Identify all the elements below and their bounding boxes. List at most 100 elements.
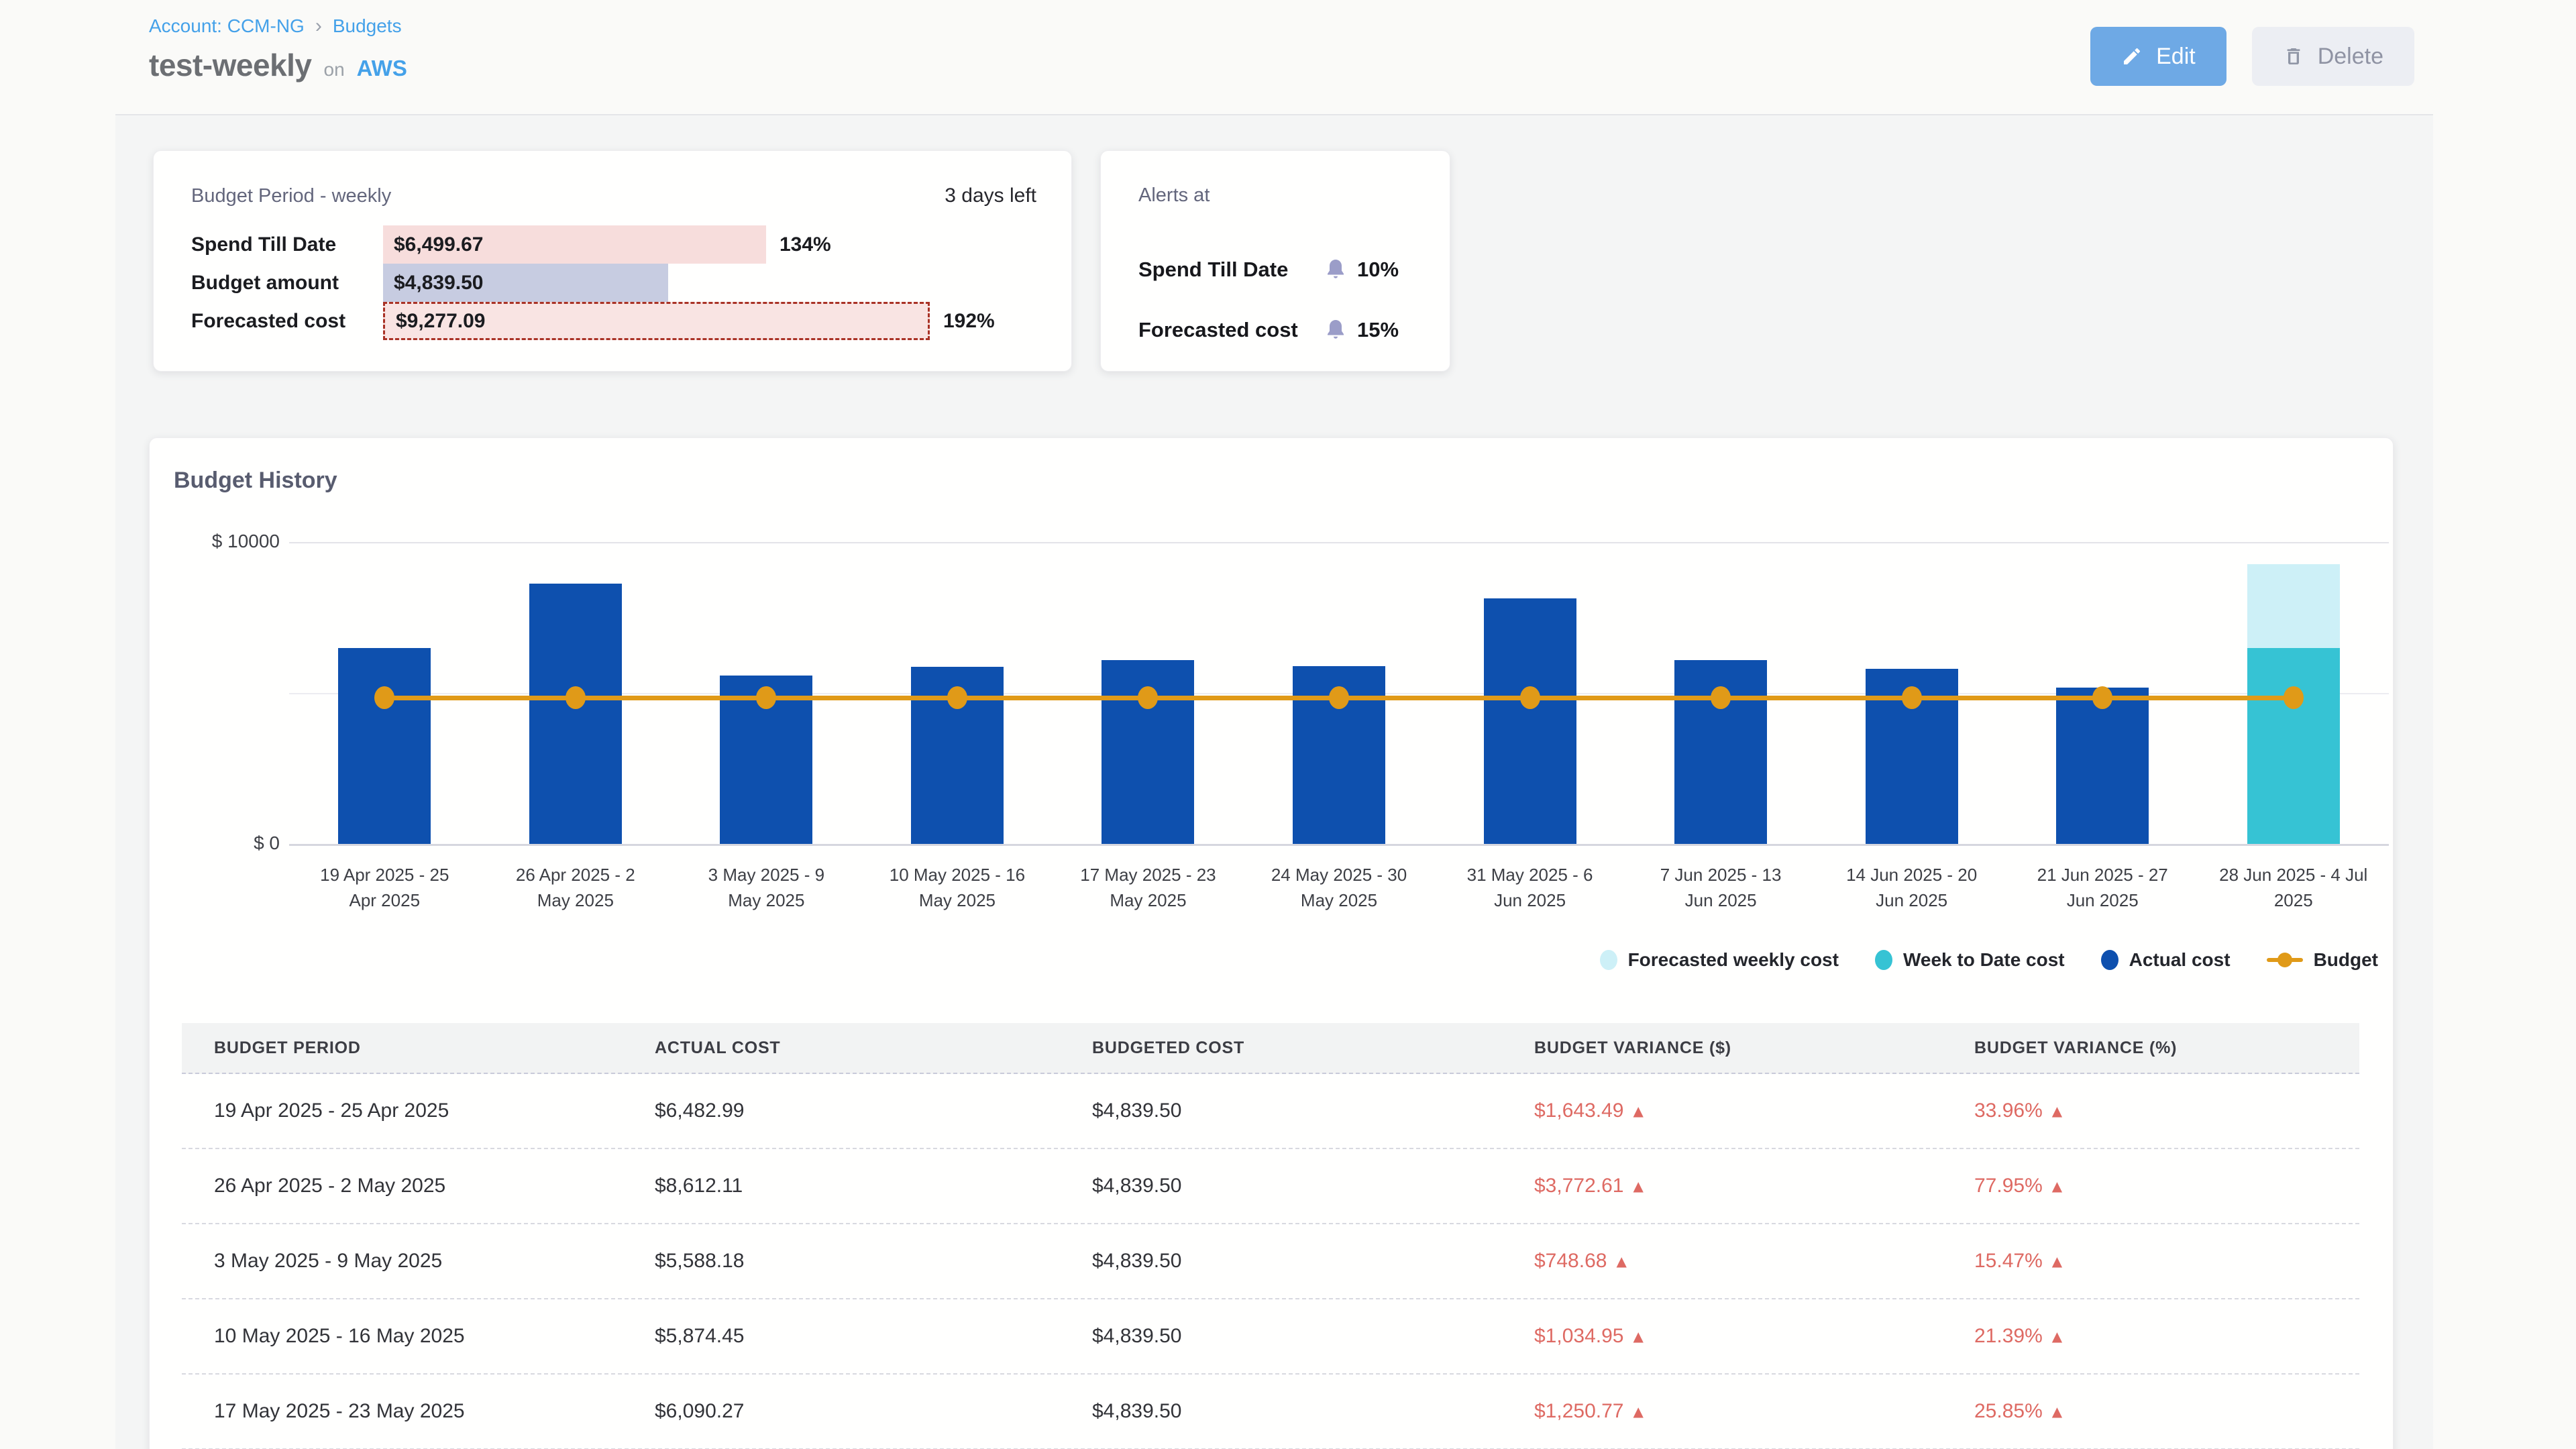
chart-slot (1434, 542, 1625, 844)
y-tick-0: $ 0 (191, 833, 280, 854)
cell-actual-cost: $6,482.99 (623, 1099, 1060, 1122)
budget-line-point (1138, 686, 1158, 709)
trash-icon (2283, 46, 2304, 67)
legend-line-marker (2267, 958, 2303, 962)
budget-period-rows: Spend Till Date$6,499.67134%Budget amoun… (191, 225, 1051, 340)
table-header-cell: Budget Period (182, 1038, 623, 1058)
legend-label: Actual cost (2129, 949, 2231, 971)
budget-line-point (2284, 686, 2304, 709)
table-header-cell: Budget Variance (%) (1942, 1038, 2359, 1058)
triangle-up-icon: ▲ (2052, 1103, 2062, 1119)
triangle-up-icon: ▲ (2052, 1178, 2062, 1194)
legend-label: Week to Date cost (1903, 949, 2065, 971)
budget-period-card: Budget Period - weekly 3 days left Spend… (153, 150, 1072, 372)
spend-bar: $6,499.67 (383, 225, 766, 264)
table-row: 10 May 2025 - 16 May 2025$5,874.45$4,839… (182, 1299, 2359, 1375)
actual-cost-bar[interactable] (2056, 688, 2149, 844)
cell-variance-pct: 77.95%▲ (1942, 1175, 2359, 1197)
variance-value: $1,250.77 (1534, 1400, 1623, 1422)
cell-variance-pct: 15.47%▲ (1942, 1250, 2359, 1273)
x-axis-tick-label: 17 May 2025 - 23 May 2025 (1053, 863, 1244, 913)
cell-period: 10 May 2025 - 16 May 2025 (182, 1325, 623, 1348)
cell-budgeted-cost: $4,839.50 (1060, 1400, 1502, 1423)
actual-cost-bar[interactable] (338, 648, 431, 844)
legend-item[interactable]: Forecasted weekly cost (1600, 949, 1839, 971)
triangle-up-icon: ▲ (1616, 1253, 1626, 1269)
table-header-row: Budget PeriodActual CostBudgeted CostBud… (182, 1023, 2359, 1074)
cell-actual-cost: $5,874.45 (623, 1325, 1060, 1348)
triangle-up-icon: ▲ (1633, 1178, 1643, 1194)
bell-icon (1324, 318, 1348, 342)
x-axis-tick-label: 28 Jun 2025 - 4 Jul 2025 (2198, 863, 2389, 913)
variance-value: 15.47% (1974, 1250, 2043, 1272)
x-axis-tick-label: 14 Jun 2025 - 20 Jun 2025 (1816, 863, 2007, 913)
page-header: Account: CCM-NG › Budgets test-weekly on… (115, 0, 2433, 115)
x-axis-tick-label: 26 Apr 2025 - 2 May 2025 (480, 863, 672, 913)
cell-budgeted-cost: $4,839.50 (1060, 1099, 1502, 1122)
cell-variance-usd: $1,250.77▲ (1502, 1400, 1942, 1423)
alert-label: Forecasted cost (1138, 318, 1324, 342)
chart-slot (2007, 542, 2198, 844)
chart-slot (1244, 542, 1435, 844)
budget-period-row-label: Budget amount (191, 264, 383, 302)
chart-slot (671, 542, 862, 844)
main-column: Account: CCM-NG › Budgets test-weekly on… (115, 0, 2433, 1449)
triangle-up-icon: ▲ (1633, 1103, 1643, 1119)
alerts-rows: Spend Till Date 10% Forecasted cost15% (1138, 230, 1416, 351)
x-axis-tick-label: 31 May 2025 - 6 Jun 2025 (1434, 863, 1625, 913)
y-tick-10000: $ 10000 (191, 531, 280, 552)
week-to-date-cost-bar[interactable] (2247, 648, 2340, 844)
breadcrumb-account-link[interactable]: Account: CCM-NG (149, 15, 305, 37)
cell-period: 3 May 2025 - 9 May 2025 (182, 1250, 623, 1273)
actual-cost-bar[interactable] (1484, 598, 1576, 844)
edit-button-label: Edit (2156, 44, 2196, 70)
legend-circle-marker (1875, 950, 1892, 970)
legend-circle-marker (1600, 950, 1617, 970)
triangle-up-icon: ▲ (2052, 1328, 2062, 1344)
variance-value: $3,772.61 (1534, 1175, 1623, 1197)
legend-circle-marker (2101, 950, 2118, 970)
cell-budgeted-cost: $4,839.50 (1060, 1250, 1502, 1273)
legend-label: Forecasted weekly cost (1628, 949, 1839, 971)
alerts-title: Alerts at (1138, 184, 1210, 207)
variance-value: 33.96% (1974, 1099, 2043, 1122)
legend-item[interactable]: Budget (2267, 949, 2378, 971)
variance-value: $1,643.49 (1534, 1099, 1623, 1122)
legend-item[interactable]: Week to Date cost (1875, 949, 2065, 971)
chart-slot (289, 542, 480, 844)
cell-variance-pct: 25.85%▲ (1942, 1400, 2359, 1423)
budget-period-row-percent: 192% (943, 302, 995, 340)
chart-plot-area (289, 542, 2389, 844)
table-row: 3 May 2025 - 9 May 2025$5,588.18$4,839.5… (182, 1224, 2359, 1299)
chart-slot (862, 542, 1053, 844)
breadcrumb-budgets-link[interactable]: Budgets (333, 15, 402, 37)
budget-line-point (947, 686, 967, 709)
alert-label: Spend Till Date (1138, 258, 1324, 282)
platform-label: AWS (357, 56, 407, 81)
variance-value: 25.85% (1974, 1400, 2043, 1422)
edit-button[interactable]: Edit (2090, 27, 2226, 86)
budget-period-row: Forecasted cost$9,277.09192% (191, 302, 1051, 340)
alert-threshold: 10% (1357, 258, 1416, 282)
x-axis-tick-label: 19 Apr 2025 - 25 Apr 2025 (289, 863, 480, 913)
actual-cost-bar[interactable] (529, 584, 622, 844)
alerts-card: Alerts at Spend Till Date 10% Forecasted c… (1100, 150, 1450, 372)
alert-row: Forecasted cost15% (1138, 309, 1416, 351)
variance-value: $1,034.95 (1534, 1325, 1623, 1347)
legend-item[interactable]: Actual cost (2101, 949, 2231, 971)
budget-line-point (1711, 686, 1731, 709)
budget-period-title: Budget Period - weekly (191, 185, 391, 207)
cell-variance-usd: $1,643.49 ▲ (1502, 1099, 1942, 1122)
cell-variance-usd: $3,772.61 ▲ (1502, 1175, 1942, 1197)
chevron-right-icon: › (315, 15, 322, 38)
delete-button-label: Delete (2318, 44, 2383, 70)
cell-variance-usd: $1,034.95▲ (1502, 1325, 1942, 1348)
table-body: 19 Apr 2025 - 25 Apr 2025$6,482.99$4,839… (182, 1074, 2359, 1449)
cell-period: 26 Apr 2025 - 2 May 2025 (182, 1175, 623, 1197)
variance-value: 21.39% (1974, 1325, 2043, 1347)
bell-icon (1324, 258, 1348, 282)
chart-slot (1816, 542, 2007, 844)
table-header-cell: Budget Variance ($) (1502, 1038, 1942, 1058)
cell-budgeted-cost: $4,839.50 (1060, 1325, 1502, 1348)
delete-button[interactable]: Delete (2252, 27, 2414, 86)
